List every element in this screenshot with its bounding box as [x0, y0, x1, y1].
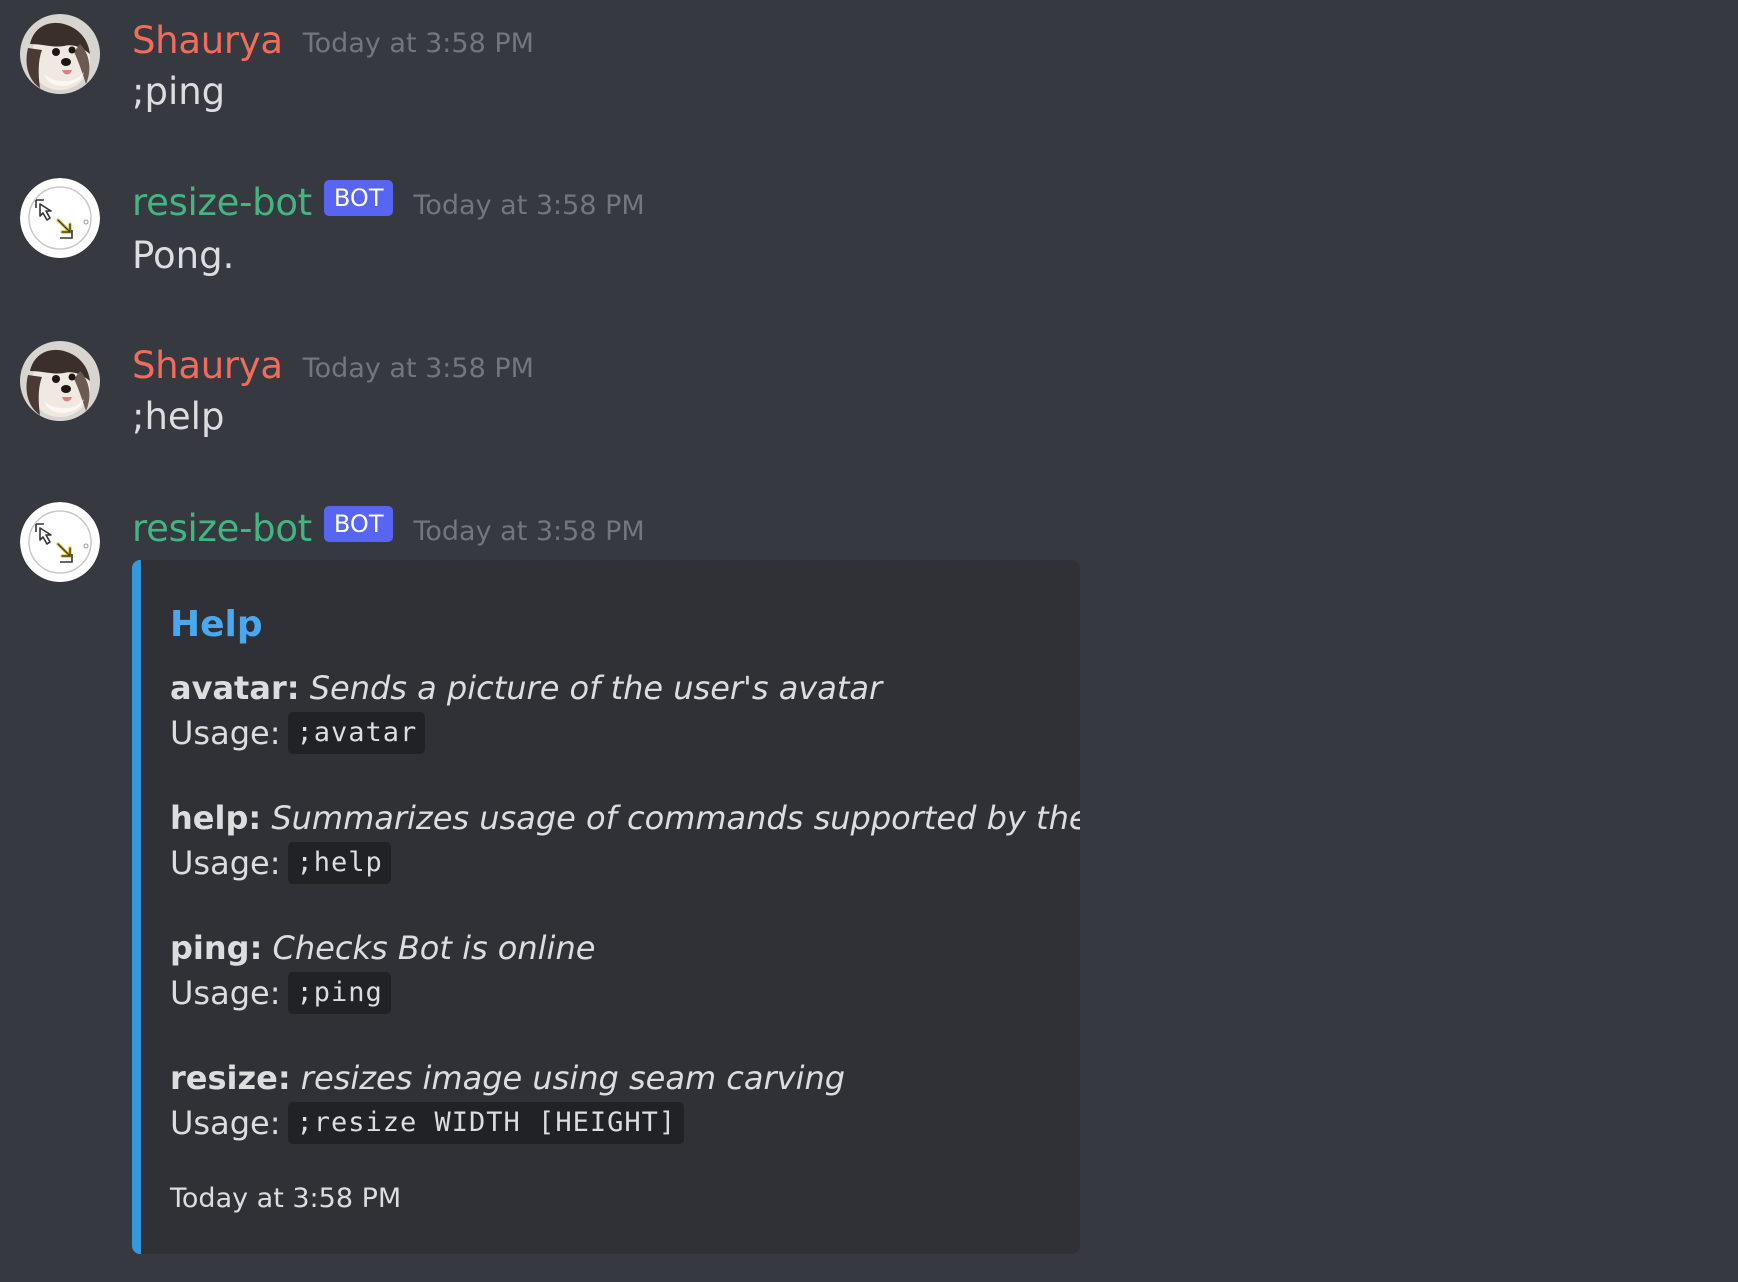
- username[interactable]: Shaurya: [132, 19, 283, 62]
- user-avatar[interactable]: [20, 14, 100, 94]
- command-line: resize: resizes image using seam carving: [170, 1056, 1056, 1100]
- command-line: help: Summarizes usage of commands suppo…: [170, 796, 1080, 840]
- usage-line: Usage: ;resize WIDTH [HEIGHT]: [170, 1100, 1056, 1146]
- command-entry: ping: Checks Bot is online Usage: ;ping: [170, 926, 1056, 1016]
- usage-code: ;resize WIDTH [HEIGHT]: [288, 1102, 685, 1144]
- message-header: resize-bot BOT Today at 3:58 PM: [132, 502, 645, 554]
- bot-tag: BOT: [323, 180, 394, 216]
- usage-label: Usage:: [170, 844, 281, 882]
- command-description: Summarizes usage of commands supported b…: [271, 799, 1080, 837]
- timestamp: Today at 3:58 PM: [413, 515, 645, 547]
- embed-accent-bar: [132, 560, 141, 1254]
- username[interactable]: resize-bot: [132, 181, 312, 224]
- chat-messages: Shaurya Today at 3:58 PM ;ping resize-bo…: [0, 0, 1738, 1282]
- message-content: ;ping: [132, 70, 226, 113]
- usage-line: Usage: ;ping: [170, 970, 1056, 1016]
- bot-tag: BOT: [323, 506, 394, 542]
- bot-avatar[interactable]: [20, 178, 100, 258]
- command-name: avatar:: [170, 669, 300, 707]
- command-name: ping:: [170, 929, 263, 967]
- command-entry: avatar: Sends a picture of the user's av…: [170, 666, 1056, 756]
- usage-line: Usage: ;avatar: [170, 710, 1056, 756]
- dog-photo-avatar-icon: [20, 14, 100, 94]
- embed-title: Help: [170, 604, 263, 645]
- message: resize-bot BOT Today at 3:58 PM: [0, 488, 1738, 568]
- bot-avatar[interactable]: [20, 502, 100, 582]
- message: Shaurya Today at 3:58 PM ;help: [0, 325, 1738, 475]
- timestamp: Today at 3:58 PM: [302, 352, 534, 384]
- user-avatar[interactable]: [20, 341, 100, 421]
- message: Shaurya Today at 3:58 PM ;ping: [0, 0, 1738, 150]
- username[interactable]: Shaurya: [132, 344, 283, 387]
- command-description: Checks Bot is online: [272, 929, 596, 967]
- message: resize-bot BOT Today at 3:58 PM Pong.: [0, 162, 1738, 312]
- usage-code: ;ping: [288, 972, 391, 1014]
- dog-photo-avatar-icon: [20, 341, 100, 421]
- resize-arrows-avatar-icon: [20, 502, 100, 582]
- command-entry: resize: resizes image using seam carving…: [170, 1056, 1056, 1146]
- usage-code: ;help: [288, 842, 391, 884]
- message-content: Pong.: [132, 234, 235, 277]
- usage-label: Usage:: [170, 1104, 281, 1142]
- message-header: Shaurya Today at 3:58 PM: [132, 14, 534, 66]
- resize-arrows-avatar-icon: [20, 178, 100, 258]
- command-line: ping: Checks Bot is online: [170, 926, 1056, 970]
- timestamp: Today at 3:58 PM: [413, 189, 645, 221]
- command-name: resize:: [170, 1059, 291, 1097]
- help-embed: Help avatar: Sends a picture of the user…: [132, 560, 1080, 1254]
- message-header: Shaurya Today at 3:58 PM: [132, 339, 534, 391]
- usage-label: Usage:: [170, 974, 281, 1012]
- embed-content: Help avatar: Sends a picture of the user…: [170, 600, 1080, 1146]
- embed-footer-timestamp: Today at 3:58 PM: [170, 1183, 402, 1214]
- usage-label: Usage:: [170, 714, 281, 752]
- command-entry: help: Summarizes usage of commands suppo…: [170, 796, 1080, 886]
- usage-code: ;avatar: [288, 712, 426, 754]
- command-line: avatar: Sends a picture of the user's av…: [170, 666, 1056, 710]
- command-description: resizes image using seam carving: [300, 1059, 846, 1097]
- command-description: Sends a picture of the user's avatar: [309, 669, 883, 707]
- username[interactable]: resize-bot: [132, 507, 312, 550]
- message-content: ;help: [132, 395, 225, 438]
- timestamp: Today at 3:58 PM: [302, 27, 534, 59]
- command-name: help:: [170, 799, 262, 837]
- message-header: resize-bot BOT Today at 3:58 PM: [132, 176, 645, 228]
- usage-line: Usage: ;help: [170, 840, 1056, 886]
